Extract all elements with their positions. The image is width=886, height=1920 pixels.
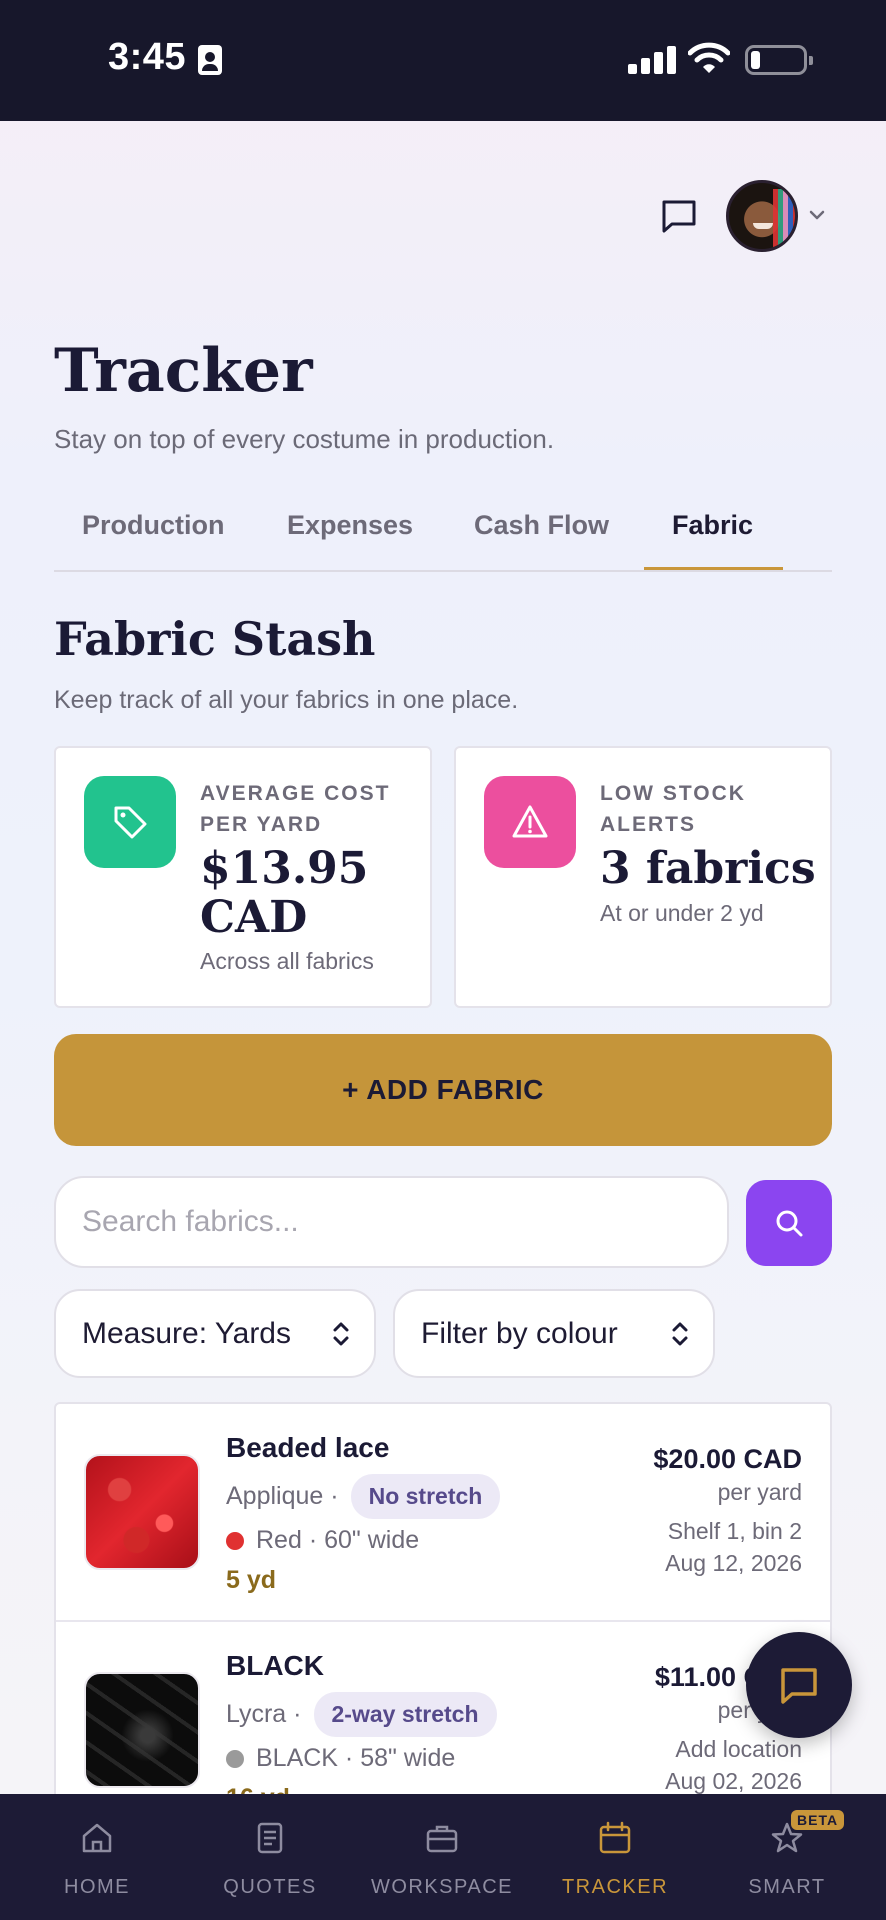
tab-bar: Production Expenses Cash Flow Fabric	[54, 500, 832, 572]
nav-workspace-label: WORKSPACE	[370, 1876, 514, 1898]
nav-tracker[interactable]: TRACKER	[529, 1794, 701, 1920]
home-icon	[82, 1823, 112, 1853]
fabric-colour-name: Red	[256, 1526, 302, 1554]
search-button[interactable]	[746, 1180, 832, 1266]
average-cost-note: Across all fabrics	[200, 948, 374, 974]
warning-triangle-icon	[484, 776, 576, 868]
section-title: Fabric Stash	[54, 612, 376, 666]
nav-tracker-label: TRACKER	[561, 1876, 669, 1898]
separator: ·	[337, 1744, 361, 1772]
fabric-row[interactable]: Beaded lace Applique · No stretch Red · …	[56, 1404, 830, 1620]
chevron-up-down-icon	[672, 1322, 688, 1346]
fabric-thumbnail	[84, 1454, 200, 1570]
wifi-icon	[688, 42, 730, 73]
average-cost-label: AVERAGE COST PER YARD	[200, 782, 391, 836]
fabric-thumbnail	[84, 1672, 200, 1788]
colour-dot	[226, 1749, 244, 1768]
separator: ·	[301, 1526, 325, 1554]
nav-smart-label: SMART	[748, 1876, 826, 1898]
chat-icon	[781, 1668, 817, 1704]
measure-select[interactable]: Measure: Yards	[54, 1289, 376, 1378]
fabric-colour: BLACK · 58" wide	[226, 1744, 455, 1773]
cellular-signal-icon	[628, 46, 676, 74]
nav-quotes[interactable]: QUOTES	[184, 1794, 356, 1920]
average-cost-value: $13.95 CAD	[200, 843, 369, 943]
fabric-meta: Lycra · 2-way stretch	[226, 1692, 497, 1737]
fabric-name: BLACK	[226, 1650, 324, 1681]
low-stock-value: 3 fabrics	[600, 843, 816, 894]
measure-select-value: Measure: Yards	[82, 1316, 291, 1350]
fabric-width: 58" wide	[360, 1744, 456, 1772]
low-stock-label: LOW STOCK ALERTS	[600, 782, 746, 836]
search-icon	[776, 1210, 803, 1237]
fabric-location: Add location	[675, 1736, 802, 1762]
document-icon	[257, 1822, 283, 1854]
tab-cash-flow[interactable]: Cash Flow	[474, 510, 609, 541]
colour-dot	[226, 1531, 244, 1550]
fabric-price: $20.00 CAD	[653, 1444, 802, 1474]
fabric-location: Shelf 1, bin 2	[667, 1518, 802, 1544]
fabric-row[interactable]: BLACK Lycra · 2-way stretch BLACK · 58" …	[56, 1620, 830, 1798]
tab-production[interactable]: Production	[82, 510, 225, 541]
nav-quotes-label: QUOTES	[223, 1876, 317, 1898]
fabric-type: Lycra	[226, 1700, 287, 1728]
tab-expenses[interactable]: Expenses	[287, 510, 413, 541]
chevron-down-icon[interactable]	[808, 206, 826, 224]
nav-home-label: HOME	[64, 1876, 130, 1898]
fabric-meta: Applique · No stretch	[226, 1474, 501, 1519]
fabric-quantity: 5 yd	[226, 1566, 277, 1594]
fabric-colour-name: BLACK	[256, 1744, 338, 1772]
contact-card-icon	[198, 45, 222, 75]
fabric-price-unit: per yard	[717, 1479, 802, 1505]
separator: ·	[286, 1700, 302, 1728]
fabric-type: Applique	[226, 1482, 324, 1510]
colour-filter-select[interactable]: Filter by colour	[393, 1289, 715, 1378]
fabric-date: Aug 12, 2026	[665, 1550, 802, 1576]
stretch-badge: 2-way stretch	[313, 1692, 497, 1737]
add-fabric-button[interactable]: + ADD FABRIC	[54, 1034, 832, 1146]
tag-icon	[84, 776, 176, 868]
bottom-nav: HOME QUOTES WORKSPACE TRACKER BETA SMART	[0, 1794, 886, 1920]
search-input[interactable]	[54, 1176, 729, 1268]
briefcase-icon	[426, 1825, 458, 1853]
stretch-badge: No stretch	[350, 1474, 501, 1519]
tab-fabric[interactable]: Fabric	[672, 510, 753, 541]
low-stock-card: LOW STOCK ALERTS 3 fabrics At or under 2…	[454, 746, 832, 1008]
chevron-up-down-icon	[333, 1322, 349, 1346]
colour-filter-value: Filter by colour	[421, 1316, 618, 1350]
fabric-details: $20.00 CAD per yard Shelf 1, bin 2 Aug 1…	[653, 1444, 802, 1577]
fabric-name: Beaded lace	[226, 1432, 390, 1463]
status-time: 3:45	[108, 36, 187, 78]
nav-smart[interactable]: BETA SMART	[701, 1794, 873, 1920]
nav-home[interactable]: HOME	[11, 1794, 183, 1920]
section-subtitle: Keep track of all your fabrics in one pl…	[54, 686, 519, 714]
fabric-width: 60" wide	[324, 1526, 420, 1554]
calendar-icon	[599, 1821, 631, 1854]
page-title: Tracker	[54, 336, 313, 406]
beta-badge: BETA	[791, 1810, 845, 1830]
nav-workspace[interactable]: WORKSPACE	[356, 1794, 528, 1920]
separator: ·	[323, 1482, 339, 1510]
chat-button[interactable]	[746, 1632, 852, 1738]
low-stock-note: At or under 2 yd	[600, 900, 764, 926]
page-subtitle: Stay on top of every costume in producti…	[54, 424, 555, 454]
fabric-colour: Red · 60" wide	[226, 1526, 419, 1555]
active-tab-indicator	[644, 567, 783, 570]
message-square-icon[interactable]	[660, 197, 698, 235]
status-bar: 3:45	[0, 0, 886, 121]
user-avatar[interactable]	[726, 180, 798, 252]
battery-icon	[745, 45, 813, 75]
fabric-date: Aug 02, 2026	[665, 1768, 802, 1794]
fabric-list: Beaded lace Applique · No stretch Red · …	[54, 1402, 832, 1800]
average-cost-card: AVERAGE COST PER YARD $13.95 CAD Across …	[54, 746, 432, 1008]
